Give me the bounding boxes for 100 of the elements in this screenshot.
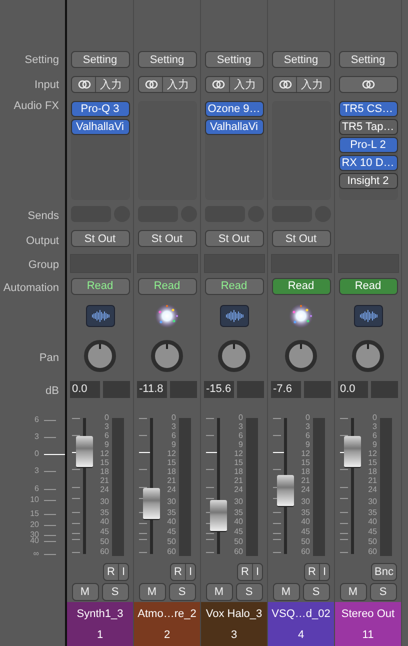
fader-scale-label: 3 (34, 433, 39, 441)
track-name-bar[interactable]: Stereo Out 11 (335, 602, 401, 646)
pan-knob[interactable] (151, 340, 183, 372)
volume-readout: -11.8 (137, 380, 167, 398)
fader-handle[interactable] (344, 436, 361, 468)
meter-scale-label: 12 (167, 450, 176, 458)
track-number: 4 (298, 628, 304, 640)
fader-handle[interactable] (210, 500, 227, 532)
sparkle-icon[interactable] (288, 302, 314, 328)
pan-knob[interactable] (285, 340, 317, 372)
meter-scale-label: 6 (172, 432, 176, 440)
fader-handle[interactable] (143, 488, 160, 520)
output-button[interactable]: St Out (204, 230, 264, 247)
mute-button[interactable]: M (206, 583, 232, 601)
solo-button[interactable]: S (236, 583, 262, 601)
plugin-button[interactable]: TR5 CS… (338, 101, 398, 117)
setting-button[interactable]: Setting (338, 51, 398, 68)
setting-button[interactable]: Setting (138, 51, 196, 68)
output-button[interactable]: St Out (70, 230, 130, 247)
track-name: Atmo…re_2 (138, 608, 196, 620)
meter-scale-label: 60 (100, 548, 109, 556)
meter-scale-label: 60 (301, 548, 310, 556)
plugin-button[interactable]: ValhallaVi (70, 119, 130, 135)
meter-scale-label: 60 (167, 548, 176, 556)
row-label: Setting (24, 54, 59, 66)
track-name-bar[interactable]: Atmo…re_2 2 (134, 602, 200, 646)
track-name-bar[interactable]: Synth1_3 1 (67, 602, 133, 646)
solo-button[interactable]: S (370, 583, 396, 601)
track-number: 3 (230, 628, 238, 640)
meter-scale-label: 24 (100, 486, 109, 494)
record-input-button[interactable]: R I (170, 563, 196, 581)
track-name-bar[interactable]: Vox Halo_3 3 (201, 602, 267, 646)
waveform-icon[interactable] (220, 304, 248, 326)
fader-handle[interactable] (76, 436, 93, 468)
track-name-bar[interactable]: VSQ…d_02 4 (268, 602, 334, 646)
setting-button[interactable]: Setting (70, 51, 130, 68)
meter-scale-label: 35 (301, 509, 310, 517)
bounce-button[interactable]: Bnc (371, 563, 397, 581)
input-button[interactable] (338, 76, 398, 93)
meter-scale-label: 21 (167, 477, 176, 485)
pan-knob[interactable] (218, 340, 250, 372)
plugin-button[interactable]: Ozone 9… (204, 101, 264, 117)
plugin-button[interactable]: Pro-L 2 (338, 137, 398, 153)
row-label: Pan (39, 352, 59, 364)
meter-scale-label: 50 (167, 538, 176, 546)
meter-scale-label: 6 (104, 432, 109, 440)
fader-handle[interactable] (277, 475, 294, 508)
meter-scale-label: 40 (100, 518, 109, 526)
meter-scale-label: 45 (301, 528, 310, 536)
meter-scale-label: 35 (234, 509, 243, 517)
input-button[interactable]: 入力 (204, 76, 264, 93)
automation-button[interactable]: Read (204, 278, 264, 294)
record-input-button[interactable]: R I (304, 563, 330, 581)
meter-scale-label: 24 (301, 486, 310, 494)
record-input-button[interactable]: R I (103, 563, 129, 581)
plugin-button[interactable]: ValhallaVi (204, 119, 264, 135)
input-button[interactable]: 入力 (70, 76, 130, 93)
output-button[interactable]: St Out (272, 230, 330, 247)
plugin-button[interactable]: RX 10 D… (338, 155, 398, 171)
input-button[interactable]: 入力 (272, 76, 330, 93)
mute-button[interactable]: M (340, 583, 366, 601)
solo-button[interactable]: S (302, 583, 330, 601)
automation-button[interactable]: Read (138, 278, 196, 294)
plugin-button[interactable]: Insight 2 (338, 173, 398, 189)
row-label: Input (34, 78, 59, 90)
meter-scale-label: 30 (368, 498, 377, 506)
pan-knob[interactable] (352, 340, 384, 372)
link-icon (145, 80, 158, 89)
input-button[interactable]: 入力 (138, 76, 196, 93)
solo-button[interactable]: S (102, 583, 128, 601)
mute-button[interactable]: M (272, 583, 300, 601)
mute-button[interactable]: M (72, 583, 98, 601)
mute-button[interactable]: M (138, 583, 166, 601)
meter-scale-label: 15 (301, 459, 310, 467)
meter-scale-label: 21 (100, 477, 109, 485)
automation-button[interactable]: Read (338, 278, 398, 294)
automation-button[interactable]: Read (70, 278, 130, 294)
track-number: 11 (362, 628, 374, 640)
record-input-button[interactable]: R I (237, 563, 263, 581)
meter-scale-label: 6 (306, 432, 310, 440)
meter-scale-label: 45 (368, 528, 377, 536)
waveform-icon[interactable] (86, 304, 114, 326)
setting-button[interactable]: Setting (204, 51, 264, 68)
row-label: dB (46, 385, 59, 397)
plugin-button[interactable]: Pro-Q 3 (70, 101, 130, 117)
peak-readout (371, 380, 398, 398)
row-label: Output (26, 234, 59, 246)
plugin-button[interactable]: TR5 Tap… (338, 119, 398, 135)
setting-button[interactable]: Setting (272, 51, 330, 68)
solo-button[interactable]: S (168, 583, 196, 601)
fader-scale-label: 30 (30, 531, 39, 539)
waveform-icon[interactable] (354, 304, 382, 326)
track-number: 1 (96, 628, 104, 640)
automation-button[interactable]: Read (272, 278, 330, 294)
sparkle-icon[interactable] (154, 302, 180, 328)
meter-scale-label: 15 (234, 459, 243, 467)
output-button[interactable]: St Out (138, 230, 196, 247)
track-name: Vox Halo_3 (206, 608, 262, 620)
meter-scale-label: 30 (234, 498, 243, 506)
pan-knob[interactable] (84, 340, 116, 372)
